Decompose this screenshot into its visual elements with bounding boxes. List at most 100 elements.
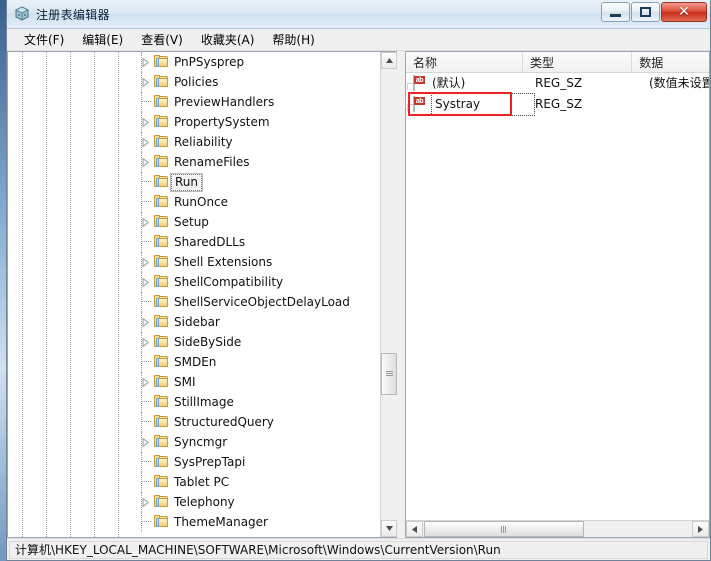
tree-item-runonce[interactable]: RunOnce: [8, 192, 380, 212]
menu-edit[interactable]: 编辑(E): [73, 29, 132, 50]
tree-connector: [141, 292, 142, 312]
menu-view[interactable]: 查看(V): [132, 29, 192, 50]
tree-connector: [141, 312, 142, 332]
value-row[interactable]: ab (默认) REG_SZ (数值未设置: [406, 73, 709, 94]
tree-item-thememanager[interactable]: ThemeManager: [8, 512, 380, 532]
tree-connector: [141, 492, 142, 512]
tree-connector: [141, 152, 142, 172]
folder-icon: [154, 455, 170, 469]
tree-item-smden[interactable]: SMDEn: [8, 352, 380, 372]
tree-connector: [141, 452, 142, 472]
values-list[interactable]: ab (默认) REG_SZ (数值未设置 ab Systray REG_SZ: [406, 73, 709, 520]
status-path: 计算机\HKEY_LOCAL_MACHINE\SOFTWARE\Microsof…: [9, 540, 708, 559]
folder-icon: [154, 235, 170, 249]
tree-connector: [141, 512, 142, 532]
values-horizontal-scrollbar[interactable]: [406, 520, 709, 537]
tree-item-syncmgr[interactable]: Syncmgr: [8, 432, 380, 452]
folder-icon: [154, 515, 170, 529]
scroll-left-button[interactable]: [406, 521, 423, 537]
tree-item-smi[interactable]: SMI: [8, 372, 380, 392]
string-value-icon: ab: [407, 75, 428, 91]
tree-item-shareddlls[interactable]: SharedDLLs: [8, 232, 380, 252]
tree-item-telephony[interactable]: Telephony: [8, 492, 380, 512]
scroll-up-button[interactable]: [381, 52, 397, 69]
tree-item-label: RunOnce: [174, 195, 229, 209]
close-button[interactable]: ✕: [661, 2, 707, 22]
tree-connector: [141, 372, 142, 392]
tree-item-shell-extensions[interactable]: Shell Extensions: [8, 252, 380, 272]
registry-tree[interactable]: PnPSysprep Policies PreviewHandlers Propert…: [8, 52, 380, 537]
tree-item-structuredquery[interactable]: StructuredQuery: [8, 412, 380, 432]
tree-item-label: SideBySide: [174, 335, 242, 349]
tree-item-renamefiles[interactable]: RenameFiles: [8, 152, 380, 172]
registry-tree-pane: PnPSysprep Policies PreviewHandlers Propert…: [7, 51, 397, 538]
tree-item-label: Run: [170, 172, 204, 192]
folder-icon: [154, 255, 170, 269]
value-type: REG_SZ: [535, 97, 583, 111]
tree-item-label: Telephony: [174, 495, 235, 509]
menu-help[interactable]: 帮助(H): [263, 29, 323, 50]
menu-file[interactable]: 文件(F): [15, 29, 73, 50]
string-value-icon: ab: [407, 96, 428, 112]
tree-item-propertysystem[interactable]: PropertySystem: [8, 112, 380, 132]
registry-editor-icon: [14, 6, 30, 22]
tree-item-pnpsysprep[interactable]: PnPSysprep: [8, 52, 380, 72]
tree-item-label: Tablet PC: [174, 475, 230, 489]
tree-item-setup[interactable]: Setup: [8, 212, 380, 232]
tree-connector: [141, 301, 151, 302]
maximize-icon: [640, 7, 651, 17]
tree-item-policies[interactable]: Policies: [8, 72, 380, 92]
scroll-down-button[interactable]: [381, 520, 397, 537]
value-row[interactable]: ab Systray REG_SZ: [406, 93, 709, 116]
folder-icon: [154, 335, 170, 349]
scroll-grip-icon: [500, 525, 508, 533]
main-panels: PnPSysprep Policies PreviewHandlers Propert…: [7, 51, 710, 538]
tree-item-label: Shell Extensions: [174, 255, 273, 269]
folder-icon: [154, 55, 170, 69]
tree-item-shellcompatibility[interactable]: ShellCompatibility: [8, 272, 380, 292]
tree-item-tablet-pc[interactable]: Tablet PC: [8, 472, 380, 492]
tree-item-label: StructuredQuery: [174, 415, 274, 429]
folder-icon: [154, 195, 170, 209]
title-bar[interactable]: 注册表编辑器 ✕: [7, 0, 710, 29]
tree-item-reliability[interactable]: Reliability: [8, 132, 380, 152]
tree-item-label: ThemeManager: [174, 515, 268, 529]
tree-item-previewhandlers[interactable]: PreviewHandlers: [8, 92, 380, 112]
pane-splitter[interactable]: [397, 51, 405, 538]
folder-icon: [154, 375, 170, 389]
maximize-button[interactable]: [631, 2, 660, 22]
tree-item-sidebyside[interactable]: SideBySide: [8, 332, 380, 352]
tree-connector: [141, 392, 142, 412]
column-header-name[interactable]: 名称: [406, 52, 523, 72]
scroll-right-button[interactable]: [692, 521, 709, 537]
tree-vertical-scrollbar[interactable]: [380, 52, 397, 537]
tree-item-sidebar[interactable]: Sidebar: [8, 312, 380, 332]
tree-item-label: SMDEn: [174, 355, 217, 369]
folder-icon: [154, 435, 170, 449]
column-header-data[interactable]: 数据: [632, 52, 709, 72]
tree-connector: [141, 201, 151, 202]
tree-item-label: RenameFiles: [174, 155, 250, 169]
column-header-type[interactable]: 类型: [523, 52, 633, 72]
folder-icon: [154, 295, 170, 309]
tree-item-label: Reliability: [174, 135, 233, 149]
minimize-icon: [610, 13, 621, 17]
minimize-button[interactable]: [601, 2, 630, 22]
menu-favorites[interactable]: 收藏夹(A): [192, 29, 264, 50]
tree-connector: [141, 181, 151, 182]
tree-scroll-thumb[interactable]: [381, 352, 397, 395]
tree-connector: [141, 272, 142, 292]
tree-item-stillimage[interactable]: StillImage: [8, 392, 380, 412]
tree-item-syspreptapi[interactable]: SysPrepTapi: [8, 452, 380, 472]
tree-item-shellserviceobjectdelayload[interactable]: ShellServiceObjectDelayLoad: [8, 292, 380, 312]
folder-icon: [154, 75, 170, 89]
values-scroll-thumb[interactable]: [424, 521, 584, 537]
tree-connector: [141, 212, 142, 232]
tree-item-label: SMI: [174, 375, 196, 389]
tree-connector: [141, 92, 142, 112]
tree-connector: [141, 112, 142, 132]
tree-item-label: ShellServiceObjectDelayLoad: [174, 295, 350, 309]
tree-item-label: ShellCompatibility: [174, 275, 284, 289]
folder-icon: [154, 355, 170, 369]
tree-item-run[interactable]: Run: [8, 172, 380, 192]
